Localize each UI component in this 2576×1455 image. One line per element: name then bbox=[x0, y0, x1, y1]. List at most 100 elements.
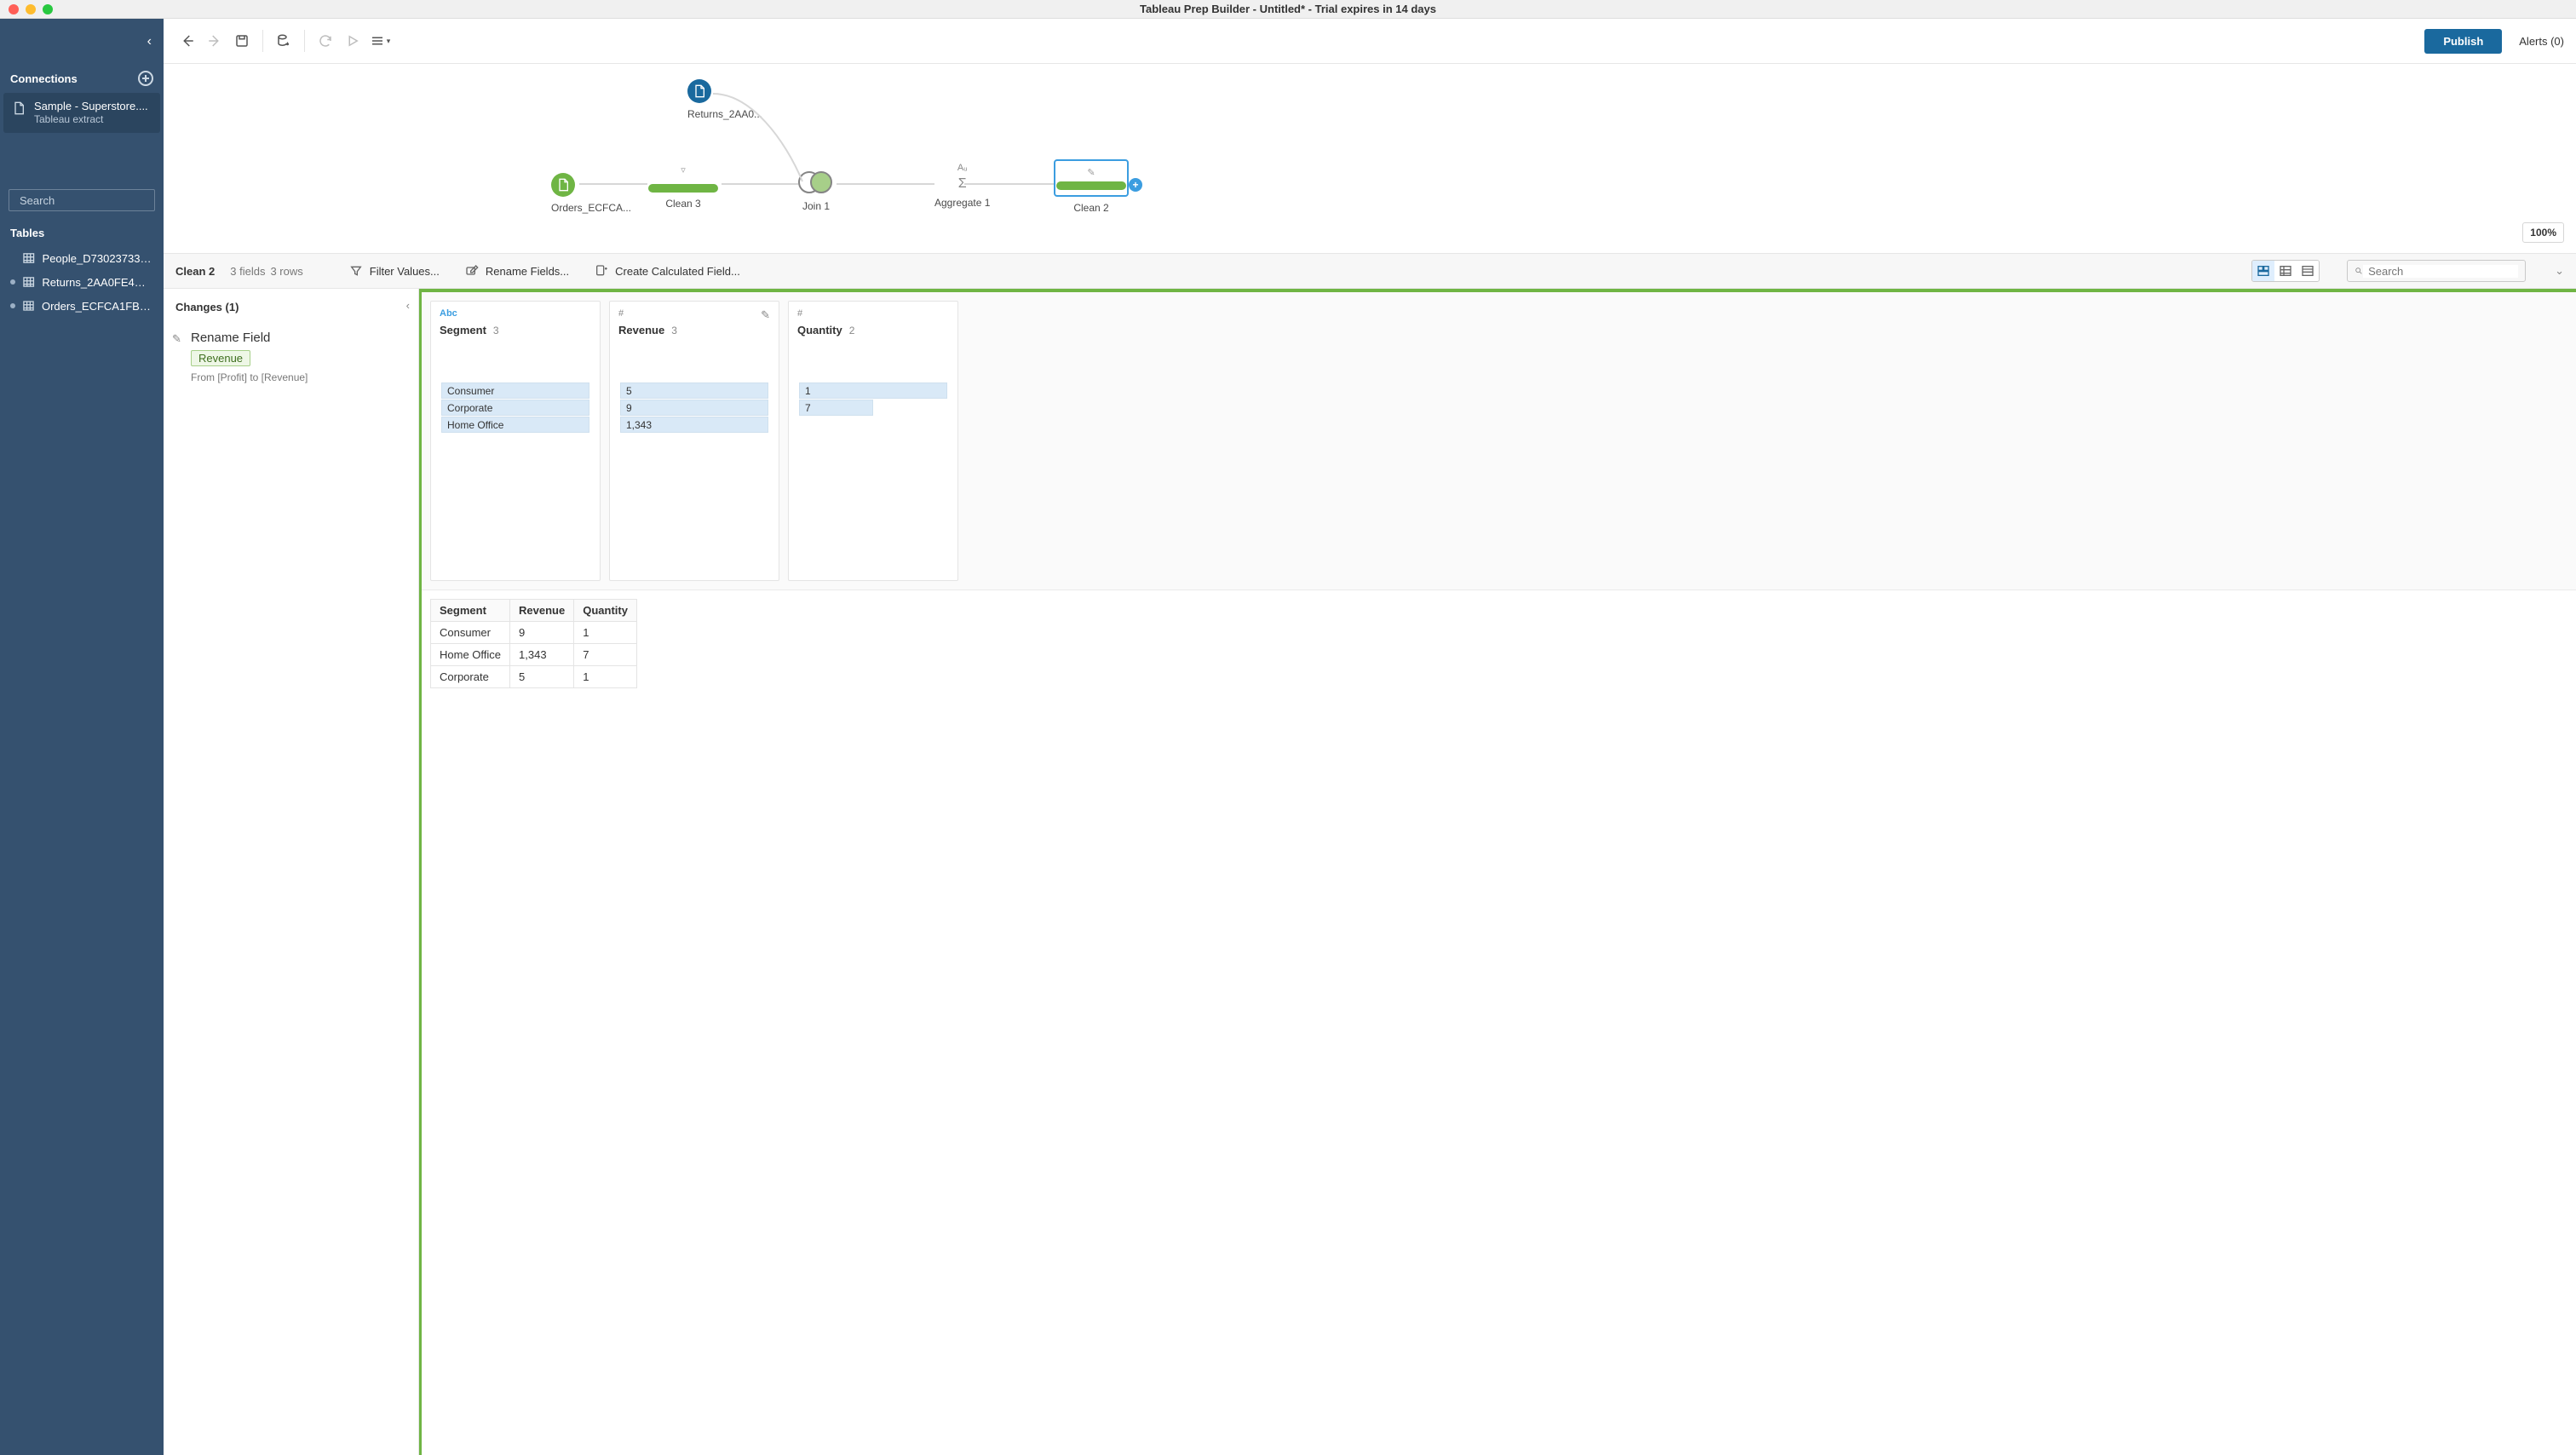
profile-card[interactable]: #Quantity217 bbox=[788, 301, 958, 581]
sidebar-collapse-row: ‹ bbox=[0, 19, 164, 64]
table-item[interactable]: Returns_2AA0FE4D7... bbox=[5, 270, 158, 294]
cell: Consumer bbox=[431, 622, 510, 644]
connection-item[interactable]: Sample - Superstore.... Tableau extract bbox=[3, 93, 160, 133]
rename-fields-label: Rename Fields... bbox=[486, 265, 569, 278]
step-search-input[interactable] bbox=[2363, 265, 2518, 278]
search-icon bbox=[2355, 264, 2363, 278]
datasource-icon bbox=[551, 173, 575, 197]
cell: 1 bbox=[574, 622, 637, 644]
flow-node-label: Aggregate 1 bbox=[934, 197, 990, 209]
cell: 1 bbox=[574, 666, 637, 688]
calc-icon bbox=[595, 264, 608, 278]
table-row[interactable]: Home Office1,3437 bbox=[431, 644, 637, 666]
profile-card[interactable]: #Revenue3✎591,343 bbox=[609, 301, 779, 581]
alerts-button[interactable]: Alerts (0) bbox=[2519, 35, 2564, 48]
refresh-button bbox=[313, 29, 337, 53]
profile-bin[interactable]: Consumer bbox=[441, 382, 589, 399]
step-fields-count: 3 fields bbox=[230, 265, 265, 278]
change-item[interactable]: ✎ Rename Field Revenue From [Profit] to … bbox=[175, 331, 406, 383]
profile-bin[interactable]: 5 bbox=[620, 382, 768, 399]
clean-step-icon bbox=[648, 184, 718, 193]
profile-bin[interactable]: 1 bbox=[799, 382, 947, 399]
filter-values-button[interactable]: Filter Values... bbox=[344, 261, 445, 281]
view-grid-icon[interactable] bbox=[2297, 261, 2319, 281]
flow-canvas[interactable]: Returns_2AA0... Orders_ECFCA... ▿ Clean … bbox=[164, 64, 2576, 253]
data-grid: SegmentRevenueQuantityConsumer91Home Off… bbox=[422, 590, 2576, 697]
datasource-icon bbox=[687, 79, 711, 103]
more-menu-icon[interactable]: ⌄ bbox=[2555, 264, 2564, 278]
change-tag: Revenue bbox=[191, 350, 250, 366]
column-header[interactable]: Revenue bbox=[510, 600, 574, 622]
add-data-button[interactable] bbox=[272, 29, 296, 53]
sidebar: ‹ Connections Sample - Superstore.... Ta… bbox=[0, 19, 164, 1455]
table-row[interactable]: Corporate51 bbox=[431, 666, 637, 688]
column-header[interactable]: Segment bbox=[431, 600, 510, 622]
view-profile-icon[interactable] bbox=[2252, 261, 2274, 281]
separator bbox=[304, 30, 305, 52]
view-list-icon[interactable] bbox=[2274, 261, 2297, 281]
step-name: Clean 2 bbox=[175, 265, 215, 278]
filter-values-label: Filter Values... bbox=[370, 265, 440, 278]
changes-panel: Changes (1) ‹ ✎ Rename Field Revenue Fro… bbox=[164, 289, 419, 1455]
collapse-sidebar-icon[interactable]: ‹ bbox=[147, 34, 152, 49]
add-connection-icon[interactable] bbox=[138, 71, 153, 86]
settings-dropdown[interactable]: ▾ bbox=[368, 29, 392, 53]
zoom-window-icon[interactable] bbox=[43, 4, 53, 14]
rename-fields-button[interactable]: Rename Fields... bbox=[460, 261, 574, 281]
clean-step-selected: ✎ bbox=[1054, 159, 1129, 197]
connection-subtitle: Tableau extract bbox=[34, 113, 152, 126]
sidebar-search-input[interactable] bbox=[14, 194, 170, 207]
save-button[interactable] bbox=[230, 29, 254, 53]
field-name: Segment bbox=[440, 324, 486, 336]
close-window-icon[interactable] bbox=[9, 4, 19, 14]
profile-bin[interactable]: Corporate bbox=[441, 400, 589, 416]
flow-node-label: Join 1 bbox=[798, 200, 834, 212]
step-toolbar: Clean 2 3 fields 3 rows Filter Values...… bbox=[164, 253, 2576, 289]
cell: Home Office bbox=[431, 644, 510, 666]
table-item[interactable]: People_D73023733B... bbox=[5, 246, 158, 270]
profile-bin[interactable]: 7 bbox=[799, 400, 873, 416]
changes-heading: Changes (1) bbox=[175, 301, 406, 313]
table-icon bbox=[22, 275, 35, 289]
flow-node-label: Orders_ECFCA... bbox=[551, 202, 631, 214]
field-name: Quantity bbox=[797, 324, 842, 336]
column-header[interactable]: Quantity bbox=[574, 600, 637, 622]
profile-bin[interactable]: 1,343 bbox=[620, 417, 768, 433]
connections-label: Connections bbox=[10, 72, 78, 85]
table-row[interactable]: Consumer91 bbox=[431, 622, 637, 644]
profile-card[interactable]: AbcSegment3ConsumerCorporateHome Office bbox=[430, 301, 601, 581]
distinct-count: 3 bbox=[493, 325, 499, 336]
flow-node-orders[interactable]: Orders_ECFCA... bbox=[551, 173, 631, 214]
create-calc-field-button[interactable]: Create Calculated Field... bbox=[589, 261, 745, 281]
step-search bbox=[2347, 260, 2526, 282]
edit-icon: ✎ bbox=[1087, 167, 1095, 178]
titlebar: Tableau Prep Builder - Untitled* - Trial… bbox=[0, 0, 2576, 19]
table-name: People_D73023733B... bbox=[43, 252, 153, 265]
add-step-icon[interactable]: + bbox=[1129, 178, 1142, 192]
back-button[interactable] bbox=[175, 29, 199, 53]
flow-node-label: Clean 3 bbox=[645, 198, 722, 210]
flow-node-label: Clean 2 bbox=[1054, 202, 1129, 214]
flow-node-aggregate1[interactable]: Aᵤ Σ Aggregate 1 bbox=[934, 163, 990, 209]
flow-node-clean2[interactable]: ✎ Clean 2 + bbox=[1054, 159, 1129, 214]
linked-indicator-icon bbox=[10, 279, 15, 285]
zoom-level[interactable]: 100% bbox=[2522, 222, 2564, 243]
table-icon bbox=[22, 299, 35, 313]
change-title: Rename Field bbox=[191, 331, 406, 345]
table-item[interactable]: Orders_ECFCA1FB69... bbox=[5, 294, 158, 318]
edit-icon: ✎ bbox=[172, 332, 181, 346]
tables-label: Tables bbox=[0, 216, 164, 243]
create-calc-field-label: Create Calculated Field... bbox=[615, 265, 740, 278]
toolbar: ▾ Publish Alerts (0) bbox=[164, 19, 2576, 64]
publish-button[interactable]: Publish bbox=[2424, 29, 2502, 54]
profile-bin[interactable]: 9 bbox=[620, 400, 768, 416]
distinct-count: 2 bbox=[849, 325, 855, 336]
table-icon bbox=[22, 251, 36, 265]
minimize-window-icon[interactable] bbox=[26, 4, 36, 14]
collapse-changes-icon[interactable]: ‹ bbox=[406, 299, 410, 312]
profile-area: AbcSegment3ConsumerCorporateHome Office#… bbox=[419, 289, 2576, 1455]
cell: 1,343 bbox=[510, 644, 574, 666]
table-name: Orders_ECFCA1FB69... bbox=[42, 300, 153, 313]
edit-field-icon[interactable]: ✎ bbox=[761, 308, 770, 322]
profile-bin[interactable]: Home Office bbox=[441, 417, 589, 433]
